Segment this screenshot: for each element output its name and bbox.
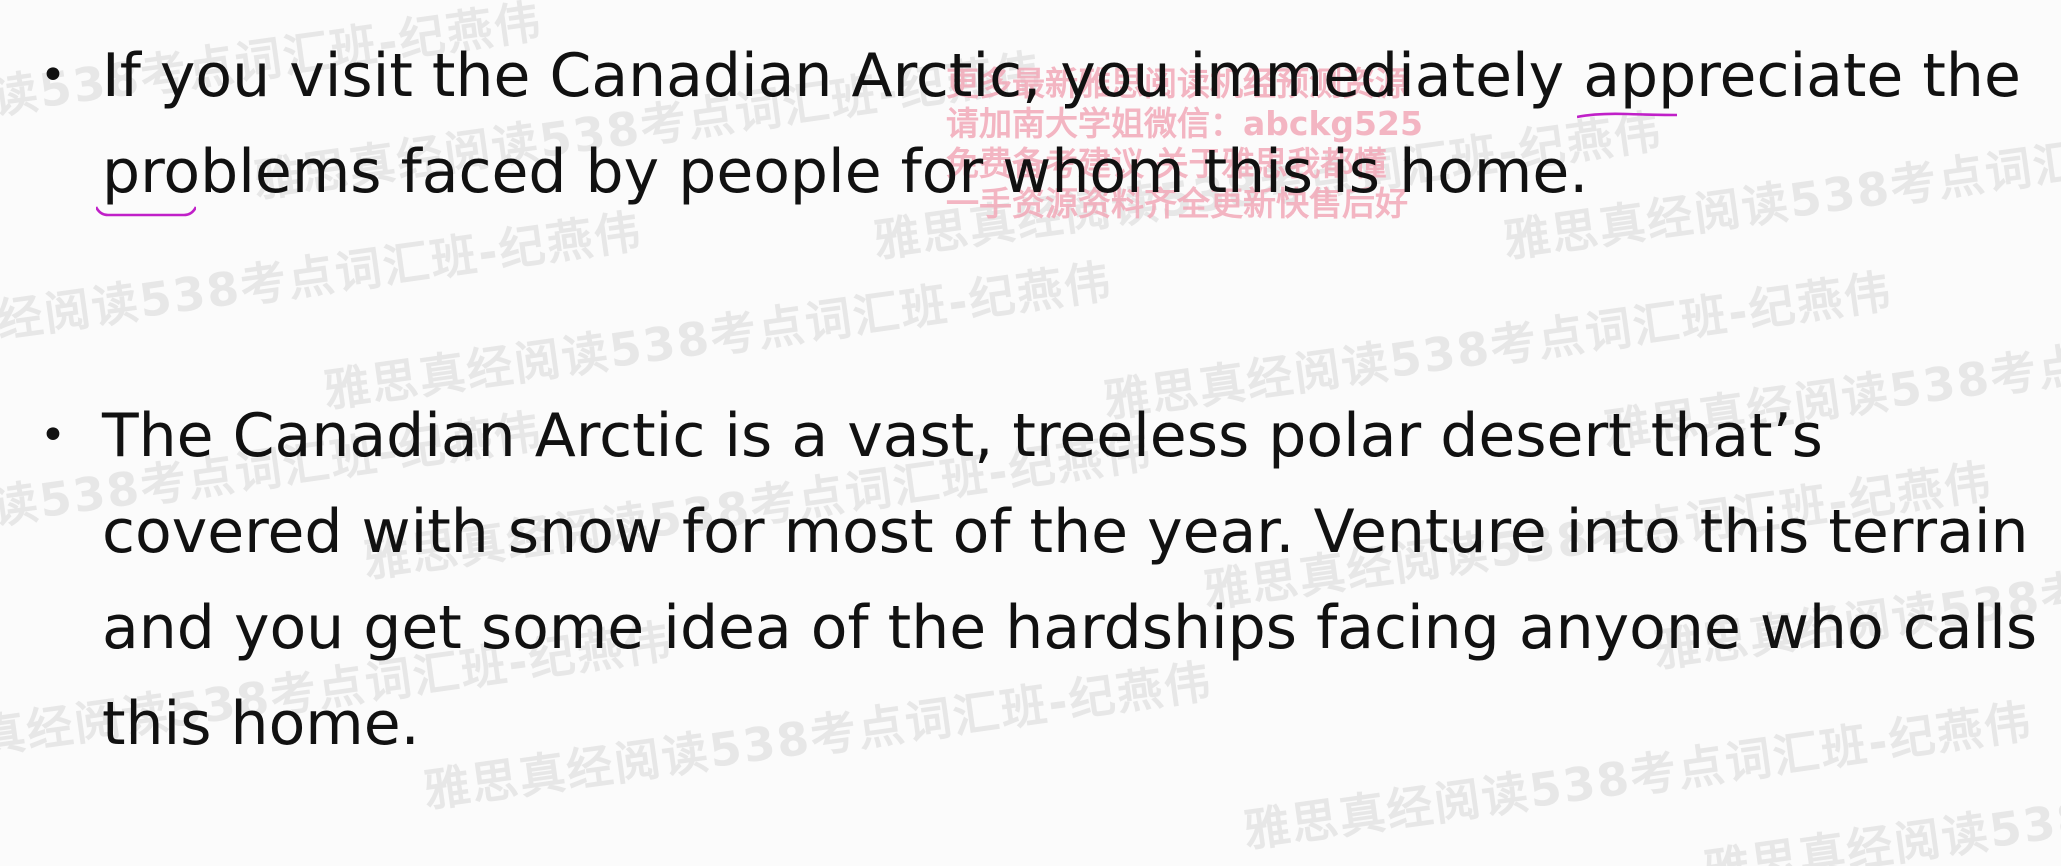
bullet-text: The Canadian Arctic is a vast, treeless … [102,401,2038,759]
slide-content: • If you visit the Canadian Arctic, you … [40,28,2040,772]
annotated-word-text: problems [102,137,382,207]
annotated-word-text: appreciate [1583,41,1904,111]
annotated-word-appreciate: appreciate [1577,28,1904,124]
bullet-item-2: • The Canadian Arctic is a vast, treeles… [40,388,2061,772]
bullet-text-segment: for whom this is home. [881,137,1589,207]
bullet-text-segment: the [1903,41,2021,111]
annotated-word-problems: problems [96,124,382,220]
bullet-icon: • [40,50,66,101]
bullet-item-1: • If you visit the Canadian Arctic, you … [40,28,2061,220]
bullet-text-segment: faced by people [400,137,882,207]
bullet-icon: • [40,410,66,461]
bullet-text-segment [382,137,401,207]
bullet-text-segment: If you visit the Canadian Arctic, you im… [102,41,1584,111]
